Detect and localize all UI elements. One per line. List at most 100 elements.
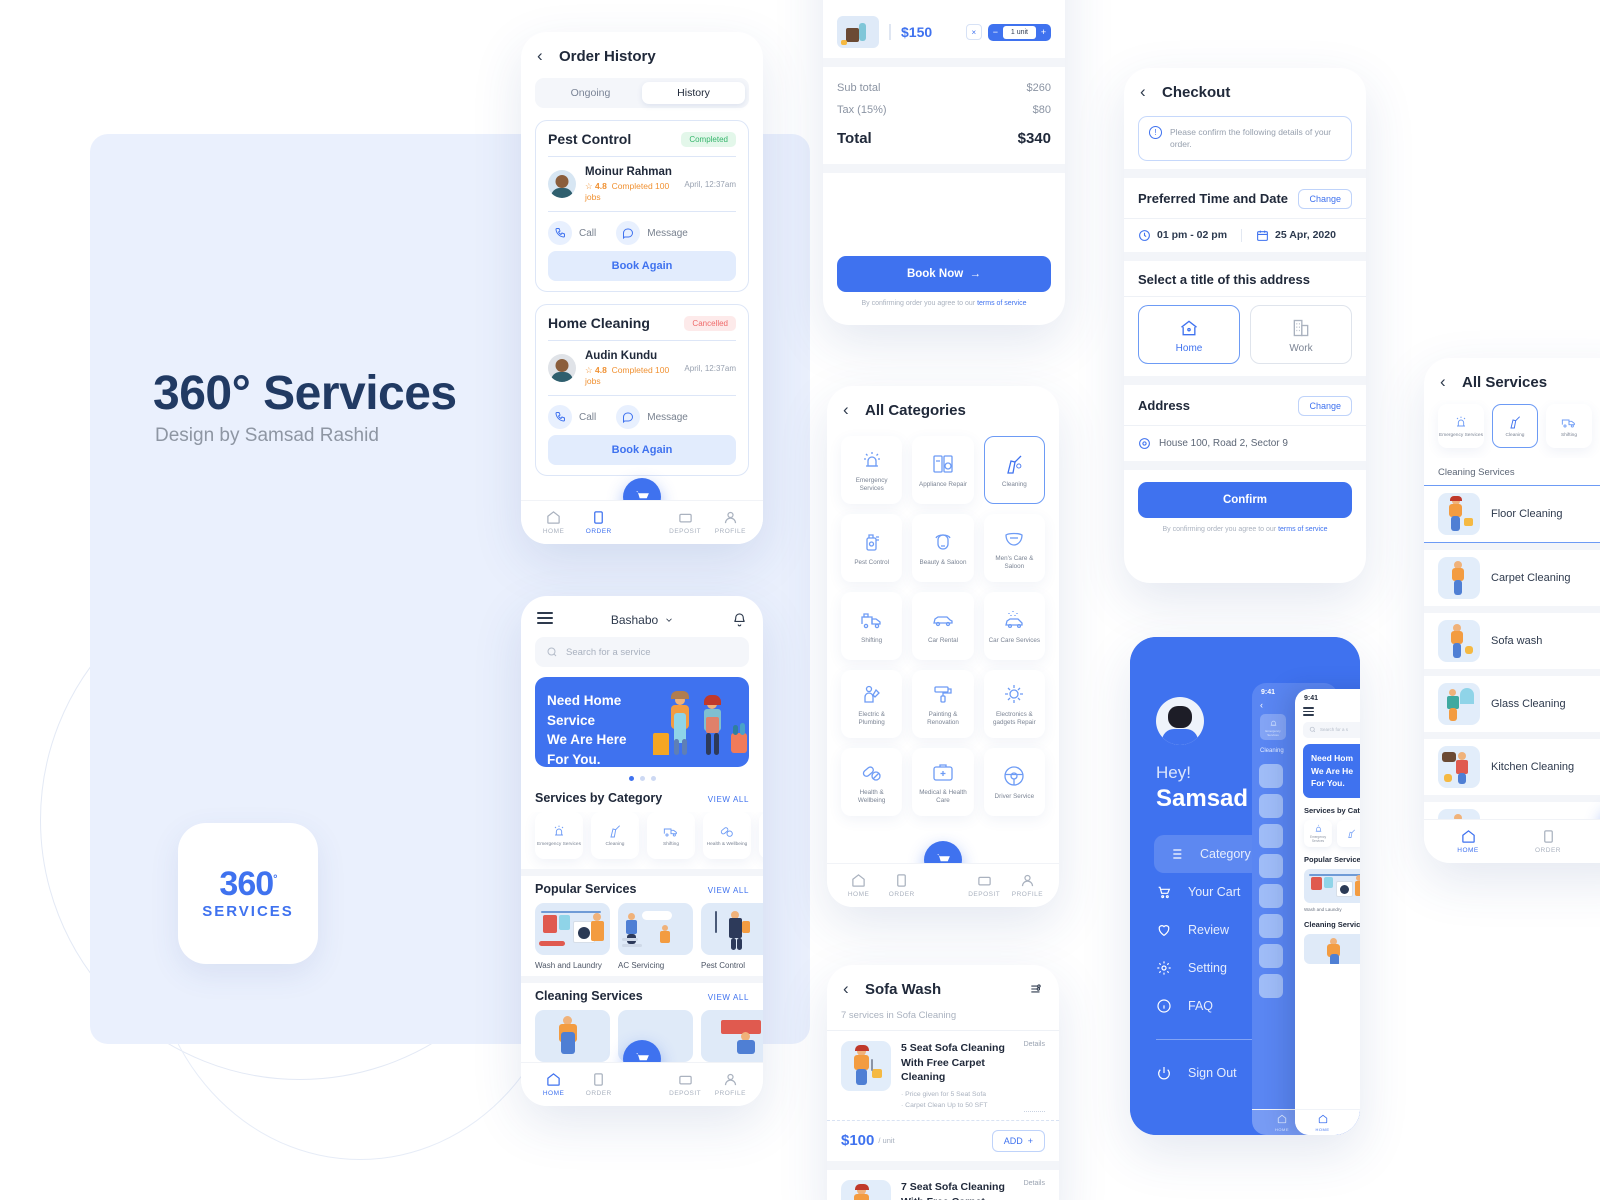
back-icon[interactable]: ‹ [1440, 372, 1462, 392]
popular-service-card[interactable]: AC Servicing [618, 903, 693, 970]
category-medical-health-care[interactable]: Medical & Health Care [912, 748, 974, 816]
cleaning-service-card[interactable] [701, 1010, 763, 1062]
nav-profile[interactable]: PROFILE [708, 1072, 752, 1097]
category-shifting[interactable]: Shifting [841, 592, 903, 660]
view-all-link[interactable]: VIEW ALL [708, 795, 749, 804]
tab-shifting[interactable]: Shifting [1546, 404, 1592, 448]
details-link[interactable]: Details [1023, 1041, 1045, 1112]
chip-health-wellbeing[interactable]: Health & Wellbeing [703, 812, 751, 859]
order-card[interactable]: Pest Control Completed Moinur Rahman ☆ 4… [535, 120, 749, 292]
service-row-sofa-wash[interactable]: Sofa wash [1424, 613, 1600, 669]
nav-home[interactable]: HOME [1446, 829, 1490, 854]
message-label[interactable]: Message [647, 412, 688, 423]
qty-increment-button[interactable]: + [1036, 27, 1051, 37]
call-label[interactable]: Call [579, 228, 596, 239]
tab-history[interactable]: History [642, 82, 745, 104]
address-type-work[interactable]: Work [1250, 304, 1352, 364]
terms-of-service-link[interactable]: terms of service [1278, 526, 1327, 533]
service-item[interactable]: 5 Seat Sofa Cleaning With Free Carpet Cl… [827, 1031, 1059, 1120]
category-electronics-gadgets-repair[interactable]: Electronics & gadgets Repair [983, 670, 1045, 738]
nav-order[interactable]: ORDER [1526, 829, 1570, 854]
category-pest-control[interactable]: Pest Control [841, 514, 903, 582]
category-painting-renovation[interactable]: Painting & Renovation [912, 670, 974, 738]
chip-shifting[interactable]: Shifting [647, 812, 695, 859]
add-to-cart-button[interactable]: ADD + [991, 1129, 1045, 1152]
popular-service-card[interactable]: Wash and Laundry [535, 903, 610, 970]
electrician-icon [864, 685, 880, 703]
nav-home[interactable]: HOME [532, 1072, 576, 1097]
message-icon[interactable] [616, 221, 641, 245]
category-health-wellbeing[interactable]: Health & Wellbeing [841, 748, 903, 816]
category-mens-care-saloon[interactable]: Men's Care & Saloon [983, 514, 1045, 582]
view-all-link[interactable]: VIEW ALL [708, 993, 749, 1002]
category-car-rental[interactable]: Car Rental [912, 592, 974, 660]
promo-banner[interactable]: Need Home Service We Are Here For You. [535, 677, 749, 767]
bell-icon[interactable] [732, 612, 747, 627]
nav-deposit[interactable]: DEPOSIT [963, 873, 1006, 898]
remove-item-button[interactable]: × [965, 24, 982, 40]
nav-deposit[interactable]: DEPOSIT [663, 1072, 707, 1097]
chip-cleaning[interactable]: Cleaning [591, 812, 639, 859]
nav-order[interactable]: ORDER [577, 1072, 621, 1097]
nav-order[interactable]: ORDER [577, 510, 621, 535]
category-emergency-services[interactable]: Emergency Services [841, 436, 903, 504]
popular-service-card[interactable]: Pest Control [701, 903, 763, 970]
category-electric-plumbing[interactable]: Electric & Plumbing [841, 670, 903, 738]
dot-2[interactable] [639, 776, 645, 781]
call-label[interactable]: Call [579, 412, 596, 423]
book-again-button[interactable]: Book Again [548, 435, 736, 465]
service-row-glass-cleaning[interactable]: Glass Cleaning [1424, 676, 1600, 732]
back-icon[interactable]: ‹ [1140, 82, 1162, 102]
nav-profile[interactable]: PROFILE [708, 510, 752, 535]
category-beauty-saloon[interactable]: Beauty & Saloon [912, 514, 974, 582]
service-row-carpet-cleaning[interactable]: Carpet Cleaning [1424, 550, 1600, 606]
date-chip[interactable]: 25 Apr, 2020 [1241, 228, 1350, 242]
tab-ongoing[interactable]: Ongoing [539, 82, 642, 104]
book-again-button[interactable]: Book Again [548, 251, 736, 281]
message-icon[interactable] [616, 405, 641, 429]
change-time-button[interactable]: Change [1298, 188, 1352, 209]
back-icon[interactable]: ‹ [537, 46, 559, 66]
tab-emergency-services[interactable]: Emergency Services [1438, 404, 1484, 448]
time-chip[interactable]: 01 pm - 02 pm [1138, 229, 1241, 242]
order-card[interactable]: Home Cleaning Cancelled Audin Kundu ☆ 4.… [535, 304, 749, 476]
service-row-floor-cleaning[interactable]: Floor Cleaning [1424, 485, 1600, 543]
details-link[interactable]: Details [1024, 1180, 1045, 1200]
chip-pest-control[interactable]: Pest Control [759, 812, 763, 859]
back-icon[interactable]: ‹ [843, 979, 865, 999]
change-address-button[interactable]: Change [1298, 395, 1352, 416]
address-type-home[interactable]: Home [1138, 304, 1240, 364]
message-label[interactable]: Message [647, 228, 688, 239]
phone-icon[interactable] [548, 405, 572, 429]
cleaning-service-card[interactable] [535, 1010, 610, 1062]
back-icon[interactable]: ‹ [843, 400, 865, 420]
category-appliance-repair[interactable]: Appliance Repair [912, 436, 974, 504]
location-selector[interactable]: Bashabo [611, 613, 674, 627]
nav-home[interactable]: HOME [532, 510, 576, 535]
service-image [535, 1010, 610, 1062]
phone-icon[interactable] [548, 221, 572, 245]
service-row-kitchen-cleaning[interactable]: Kitchen Cleaning [1424, 739, 1600, 795]
section-gap [827, 1160, 1059, 1170]
nav-home[interactable]: HOME [837, 873, 880, 898]
confirm-button[interactable]: Confirm [1138, 481, 1352, 518]
book-now-button[interactable]: Book Now → [837, 256, 1051, 292]
terms-of-service-link[interactable]: terms of service [977, 300, 1026, 307]
filter-icon[interactable] [1029, 982, 1043, 996]
tab-cleaning[interactable]: Cleaning [1492, 404, 1538, 448]
hamburger-icon[interactable] [537, 612, 553, 627]
search-input[interactable]: Search for a service [535, 637, 749, 667]
dot-3[interactable] [650, 776, 656, 781]
view-all-link[interactable]: VIEW ALL [708, 886, 749, 895]
category-car-care-services[interactable]: Car Care Services [983, 592, 1045, 660]
category-cleaning[interactable]: Cleaning [983, 436, 1045, 504]
dot-1[interactable] [628, 776, 634, 781]
service-item[interactable]: 7 Seat Sofa Cleaning With Free Carpet Cl… [827, 1170, 1059, 1200]
chip-emergency-services[interactable]: Emergency Services [535, 812, 583, 859]
nav-label: HOME [542, 528, 565, 535]
nav-profile[interactable]: PROFILE [1006, 873, 1049, 898]
nav-order[interactable]: ORDER [880, 873, 923, 898]
qty-decrement-button[interactable]: − [988, 27, 1003, 37]
nav-deposit[interactable]: DEPOSIT [663, 510, 707, 535]
category-driver-service[interactable]: Driver Service [983, 748, 1045, 816]
